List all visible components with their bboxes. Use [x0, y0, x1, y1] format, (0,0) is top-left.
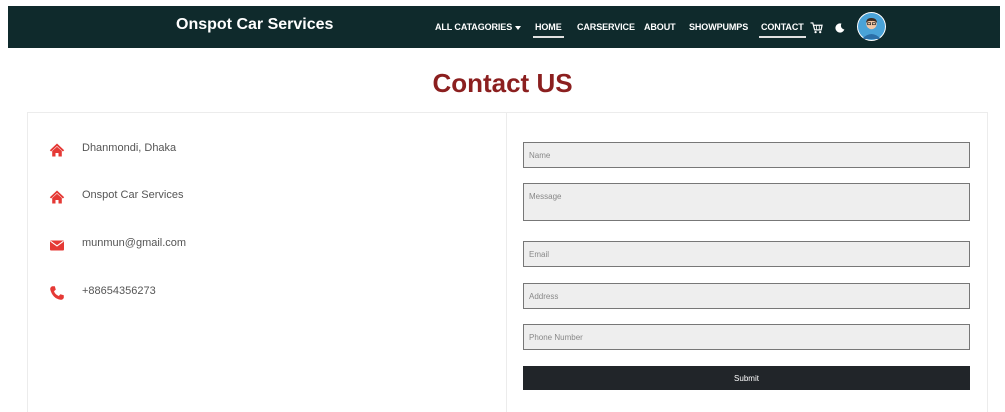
contact-address-text: Dhanmondi, Dhaka [82, 142, 177, 154]
nav-item-carservice[interactable]: CARSERVICE [577, 22, 635, 32]
name-input[interactable] [523, 142, 970, 168]
page-title: Contact US [432, 68, 573, 98]
address-input[interactable] [523, 283, 970, 309]
home-icon [49, 143, 65, 157]
user-avatar-icon [858, 13, 885, 40]
cart-icon[interactable] [810, 22, 823, 34]
brand-title[interactable]: Onspot Car Services [176, 16, 333, 34]
navbar: Onspot Car Services ALL CATAGORIES HOME … [8, 6, 1000, 48]
envelope-icon [50, 240, 64, 251]
moon-icon[interactable] [835, 23, 845, 33]
phone-number-input[interactable] [523, 324, 970, 350]
nav-item-label: ALL CATAGORIES [435, 22, 513, 32]
nav-item-home[interactable]: HOME [533, 22, 564, 38]
email-input[interactable] [523, 241, 970, 267]
user-avatar[interactable] [857, 12, 886, 41]
submit-button[interactable]: Submit [523, 366, 970, 390]
nav-item-showpumps[interactable]: SHOWPUMPS [689, 22, 748, 32]
contact-email-text: munmun@gmail.com [82, 237, 187, 249]
nav-item-all-catagories[interactable]: ALL CATAGORIES [435, 22, 522, 32]
card-divider [506, 112, 507, 412]
contact-company-text: Onspot Car Services [82, 189, 184, 201]
message-textarea[interactable] [523, 183, 970, 221]
phone-icon [50, 286, 64, 300]
nav-item-contact[interactable]: CONTACT [759, 22, 806, 38]
chevron-down-icon [515, 25, 522, 30]
nav-item-about[interactable]: ABOUT [644, 22, 676, 32]
home-icon [49, 190, 65, 204]
contact-phone-text: +88654356273 [82, 285, 156, 297]
